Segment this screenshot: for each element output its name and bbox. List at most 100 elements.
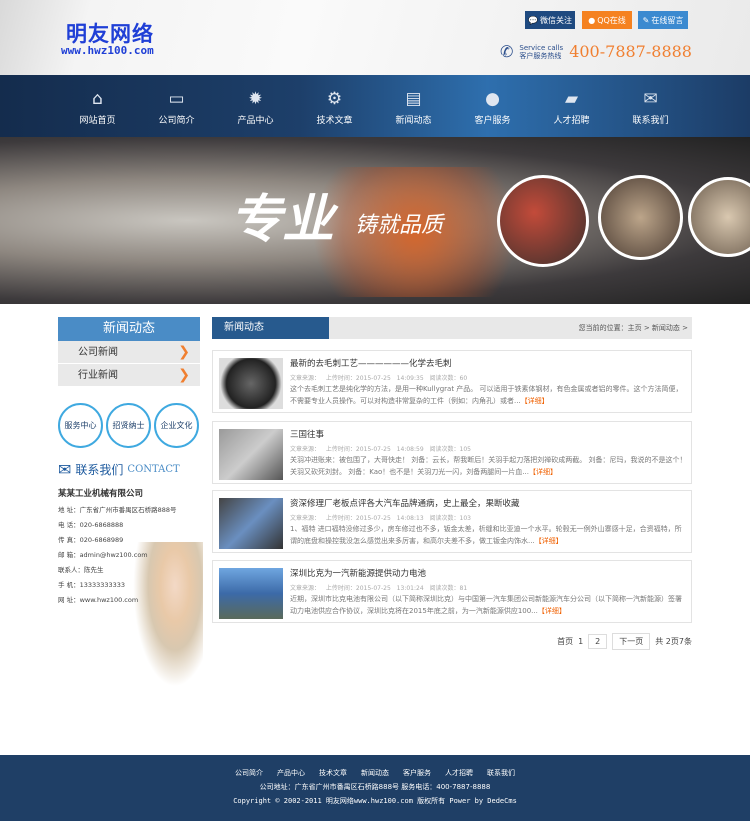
news-thumbnail[interactable] bbox=[219, 429, 283, 480]
sidebar-item-company-news[interactable]: 公司新闻 ❯ bbox=[58, 341, 200, 364]
news-meta: 文章来源： 上传时间：2015-07-25 14:08:59 阅读次数：105 bbox=[290, 446, 471, 453]
more-link[interactable]: 【详细】 bbox=[529, 468, 557, 476]
news-item[interactable]: 深圳比克为一汽新能源提供动力电池 文章来源： 上传时间：2015-07-25 1… bbox=[212, 560, 692, 623]
briefcase-icon: ▰ bbox=[564, 89, 579, 109]
chevron-right-icon: ❯ bbox=[178, 344, 190, 360]
pagination: 首页 1 2 下一页 共 2页7条 bbox=[557, 633, 692, 650]
footer-link[interactable]: 产品中心 bbox=[277, 768, 305, 778]
news-title[interactable]: 深圳比克为一汽新能源提供动力电池 bbox=[290, 567, 426, 579]
nav-jobs[interactable]: ▰ 人才招聘 bbox=[532, 75, 611, 137]
nav-news[interactable]: ▤ 新闻动态 bbox=[374, 75, 453, 137]
footer-link[interactable]: 新闻动态 bbox=[361, 768, 389, 778]
nav-label: 公司简介 bbox=[158, 116, 195, 126]
header: 明友网络 www.hwz100.com 💬 微信关注 ● QQ在线 ✎ 在线留言 ✆ … bbox=[0, 0, 750, 75]
phone-number: 400-7887-8888 bbox=[569, 42, 692, 61]
nav-label: 网站首页 bbox=[79, 116, 116, 126]
message-label: 在线留言 bbox=[651, 15, 684, 25]
footer-link[interactable]: 人才招聘 bbox=[445, 768, 473, 778]
footer-link[interactable]: 公司简介 bbox=[235, 768, 263, 778]
monitor-icon: ▭ bbox=[168, 89, 185, 109]
news-item[interactable]: 三国往事 文章来源： 上传时间：2015-07-25 14:08:59 阅读次数… bbox=[212, 421, 692, 484]
more-link[interactable]: 【详细】 bbox=[521, 397, 549, 405]
news-thumbnail[interactable] bbox=[219, 568, 283, 619]
nav-articles[interactable]: ⚙ 技术文章 bbox=[295, 75, 374, 137]
news-item[interactable]: 最新的去毛刺工艺——————化学去毛刺 文章来源： 上传时间：2015-07-2… bbox=[212, 350, 692, 413]
page-1: 1 bbox=[578, 637, 584, 646]
qq-button[interactable]: ● QQ在线 bbox=[582, 11, 632, 29]
sidebar: 新闻动态 公司新闻 ❯ 行业新闻 ❯ 服务中心 招贤纳士 企业文化 ✉ 联系我们 CON… bbox=[58, 317, 203, 687]
contact-fax: 传 真：020-6868989 bbox=[58, 536, 124, 544]
footer-link[interactable]: 技术文章 bbox=[319, 768, 347, 778]
phone-icon: ✆ bbox=[500, 42, 514, 61]
news-meta: 文章来源： 上传时间：2015-07-25 14:08:13 阅读次数：103 bbox=[290, 515, 471, 522]
news-meta: 文章来源： 上传时间：2015-07-25 13:01:24 阅读次数：81 bbox=[290, 585, 468, 592]
user-icon: ● bbox=[485, 89, 500, 109]
news-thumbnail[interactable] bbox=[219, 358, 283, 409]
sidebar-item-industry-news[interactable]: 行业新闻 ❯ bbox=[58, 364, 200, 387]
news-title[interactable]: 最新的去毛刺工艺——————化学去毛刺 bbox=[290, 357, 452, 369]
main-nav: ⌂ 网站首页 ▭ 公司简介 ✹ 产品中心 ⚙ 技术文章 ▤ 新闻动态 ● 客户服务 ▰ 人才招… bbox=[0, 75, 750, 137]
settings-icon: ⚙ bbox=[326, 89, 343, 109]
nav-products[interactable]: ✹ 产品中心 bbox=[216, 75, 295, 137]
nav-about[interactable]: ▭ 公司简介 bbox=[137, 75, 216, 137]
contact-website: 网 址：www.hwz100.com bbox=[58, 596, 139, 604]
nav-label: 新闻动态 bbox=[395, 116, 432, 126]
message-button[interactable]: ✎ 在线留言 bbox=[638, 11, 688, 29]
news-desc: 1、福特 进口福特没修过多少，房车修过也不多，钣金太差，析缝和比亚迪一个水平。轮… bbox=[290, 525, 682, 545]
news-title[interactable]: 资深修理厂老板点评各大汽车品牌通病，史上最全，果断收藏 bbox=[290, 497, 520, 509]
contact-email: 邮 箱：admin@hwz100.com bbox=[58, 551, 148, 559]
company-name: 某某工业机械有限公司 bbox=[58, 489, 144, 499]
footer-link[interactable]: 联系我们 bbox=[487, 768, 515, 778]
news-title[interactable]: 三国往事 bbox=[290, 428, 324, 440]
wechat-label: 微信关注 bbox=[539, 15, 572, 25]
mail-icon: ✉ bbox=[643, 89, 658, 109]
news-item[interactable]: 资深修理厂老板点评各大汽车品牌通病，史上最全，果断收藏 文章来源： 上传时间：2… bbox=[212, 490, 692, 553]
section-title: 新闻动态 bbox=[212, 317, 329, 339]
contact-person: 联系人：陈先生 bbox=[58, 566, 104, 574]
nav-label: 产品中心 bbox=[237, 116, 274, 126]
pen-icon: ✎ bbox=[642, 15, 650, 25]
contact-phone: 电 话：020-6868888 bbox=[58, 521, 124, 529]
banner-photo bbox=[688, 177, 750, 257]
page-total: 共 2页7条 bbox=[655, 637, 692, 646]
footer-copyright: Copyright © 2002-2011 明友网络www.hwz100.com… bbox=[233, 797, 517, 805]
service-cn: 客户服务热线 bbox=[519, 51, 562, 60]
sidebar-title: 新闻动态 bbox=[58, 317, 200, 341]
qq-icon: ● bbox=[588, 15, 596, 25]
nav-label: 人才招聘 bbox=[553, 116, 590, 126]
service-en: Service calls bbox=[519, 43, 564, 52]
recruit-button[interactable]: 招贤纳士 bbox=[106, 403, 151, 448]
wechat-icon: 💬 bbox=[528, 15, 538, 25]
news-desc: 近期，深圳市比克电池有限公司（以下简称深圳比克）与中国第一汽车集团公司新能源汽车… bbox=[290, 595, 682, 615]
banner-photo bbox=[497, 175, 589, 267]
chevron-right-icon: ❯ bbox=[178, 367, 190, 383]
culture-button[interactable]: 企业文化 bbox=[154, 403, 199, 448]
nav-home[interactable]: ⌂ 网站首页 bbox=[58, 75, 137, 137]
home-icon: ⌂ bbox=[92, 89, 103, 109]
nav-service[interactable]: ● 客户服务 bbox=[453, 75, 532, 137]
qq-label: QQ在线 bbox=[597, 15, 626, 25]
banner-photo bbox=[598, 175, 683, 260]
nav-label: 客户服务 bbox=[474, 116, 511, 126]
envelope-icon: ✉ bbox=[58, 460, 72, 479]
banner-slogan: 专业 bbox=[230, 189, 335, 250]
hotline: ✆ Service calls 客户服务热线 400-7887-8888 bbox=[500, 42, 692, 61]
next-page-link[interactable]: 下一页 bbox=[612, 633, 651, 650]
page-2-link[interactable]: 2 bbox=[588, 634, 608, 649]
service-center-button[interactable]: 服务中心 bbox=[58, 403, 103, 448]
news-desc: 关羽冲进账来：被包围了，大哥快走！ 刘备：云长，帮我断后！关羽手起刀落把刘禅砍成… bbox=[290, 456, 687, 476]
nav-contact[interactable]: ✉ 联系我们 bbox=[611, 75, 690, 137]
more-link[interactable]: 【详细】 bbox=[535, 537, 563, 545]
wechat-button[interactable]: 💬 微信关注 bbox=[525, 11, 575, 29]
first-page-link[interactable]: 首页 bbox=[557, 636, 573, 647]
news-meta: 文章来源： 上传时间：2015-07-25 14:09:35 阅读次数：60 bbox=[290, 375, 468, 382]
news-thumbnail[interactable] bbox=[219, 498, 283, 549]
news-desc: 这个去毛刺工艺是纯化学的方法，是用一种Kullygrat 产品。 可以适用于铁素… bbox=[290, 385, 683, 405]
banner: 专业 铸就品质 bbox=[0, 137, 750, 304]
logo-url: www.hwz100.com bbox=[61, 44, 154, 57]
contact-title: 联系我们 bbox=[75, 463, 124, 477]
nav-label: 联系我们 bbox=[632, 116, 669, 126]
footer-link[interactable]: 客户服务 bbox=[403, 768, 431, 778]
more-link[interactable]: 【详细】 bbox=[538, 607, 566, 615]
breadcrumb[interactable]: 您当前的位置：主页 > 新闻动态 > bbox=[579, 323, 688, 333]
